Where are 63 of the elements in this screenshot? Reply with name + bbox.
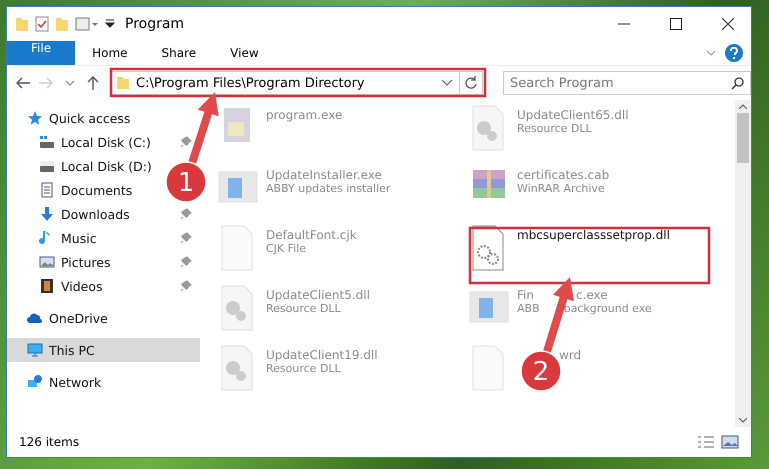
- drive-icon: [39, 158, 55, 174]
- file-type: ABB: [517, 302, 540, 315]
- file-type: background exe: [564, 302, 652, 315]
- close-icon[interactable]: [722, 18, 734, 30]
- sidebar-item[interactable]: Downloads: [39, 202, 130, 226]
- sidebar-item[interactable]: Videos: [39, 274, 103, 298]
- back-arrow-icon[interactable]: [16, 77, 30, 89]
- scroll-thumb[interactable]: [737, 113, 749, 163]
- ribbon-tab[interactable]: Share: [144, 41, 214, 65]
- details-view-icon[interactable]: [697, 435, 715, 449]
- maximize-icon[interactable]: [670, 18, 682, 30]
- properties-icon[interactable]: [75, 16, 99, 32]
- up-arrow-icon[interactable]: [87, 76, 100, 90]
- scrollbar[interactable]: [735, 100, 751, 427]
- step-number: 1: [178, 168, 194, 198]
- picture-icon: [39, 254, 55, 270]
- address-field[interactable]: C:\Program Files\Program Directory: [111, 71, 483, 95]
- folder-icon: [116, 76, 130, 90]
- dropdown-icon[interactable]: [105, 19, 115, 29]
- chevron-icon[interactable]: [64, 80, 75, 86]
- file-type: Resource DLL: [266, 362, 341, 375]
- scroll-down-icon[interactable]: [739, 418, 747, 423]
- sidebar-item[interactable]: OneDrive: [27, 306, 108, 330]
- sidebar-row[interactable]: Network: [7, 370, 200, 394]
- file-type: Resource DLL: [517, 122, 592, 135]
- help-icon[interactable]: [725, 44, 743, 62]
- sidebar-item[interactable]: Local Disk (C:): [39, 130, 151, 154]
- sidebar-item[interactable]: Quick access: [27, 106, 130, 130]
- dropdown-icon[interactable]: [441, 78, 453, 88]
- download-icon: [39, 206, 55, 222]
- sidebar-item[interactable]: Documents: [39, 178, 132, 202]
- sidebar-item[interactable]: Music: [39, 226, 97, 250]
- checklist-icon[interactable]: [35, 16, 49, 32]
- thumbnail-view-icon[interactable]: [721, 435, 739, 449]
- sidebar-item[interactable]: Local Disk (D:): [39, 154, 152, 178]
- minimize-icon[interactable]: [618, 23, 630, 25]
- star-icon: [27, 110, 43, 126]
- file-name[interactable]: mbcsuperclasssetprop.dll: [517, 224, 670, 242]
- step-badge: [165, 161, 207, 203]
- file-type: ABBY updates installer: [266, 182, 390, 195]
- window-title: Program: [125, 16, 184, 32]
- sidebar-item[interactable]: This PC: [27, 338, 95, 362]
- document-icon: [39, 182, 55, 198]
- ribbon-tab[interactable]: Home: [75, 41, 145, 65]
- sidebar-row[interactable]: This PC: [7, 338, 200, 362]
- sidebar-item[interactable]: Pictures: [39, 250, 110, 274]
- file-type: CJK File: [266, 242, 306, 255]
- folder-icon: [15, 16, 29, 32]
- sidebar-row[interactable]: OneDrive: [7, 306, 200, 330]
- scroll-up-icon[interactable]: [739, 104, 747, 109]
- file-type: WinRAR Archive: [517, 182, 605, 195]
- sidebar-item[interactable]: Network: [27, 370, 102, 394]
- network-icon: [27, 374, 43, 390]
- search-field[interactable]: Search Program: [503, 71, 751, 95]
- ribbon-tab[interactable]: View: [213, 41, 276, 65]
- step-number: 2: [532, 357, 550, 387]
- pc-icon: [27, 342, 43, 358]
- video-icon: [39, 278, 55, 294]
- address-path: C:\Program Files\Program Directory: [136, 76, 365, 90]
- sidebar-row[interactable]: Quick access: [7, 106, 200, 130]
- drive-c-icon: [39, 134, 55, 150]
- item-count: 126 items: [19, 435, 80, 449]
- file-type: Resource DLL: [266, 302, 341, 315]
